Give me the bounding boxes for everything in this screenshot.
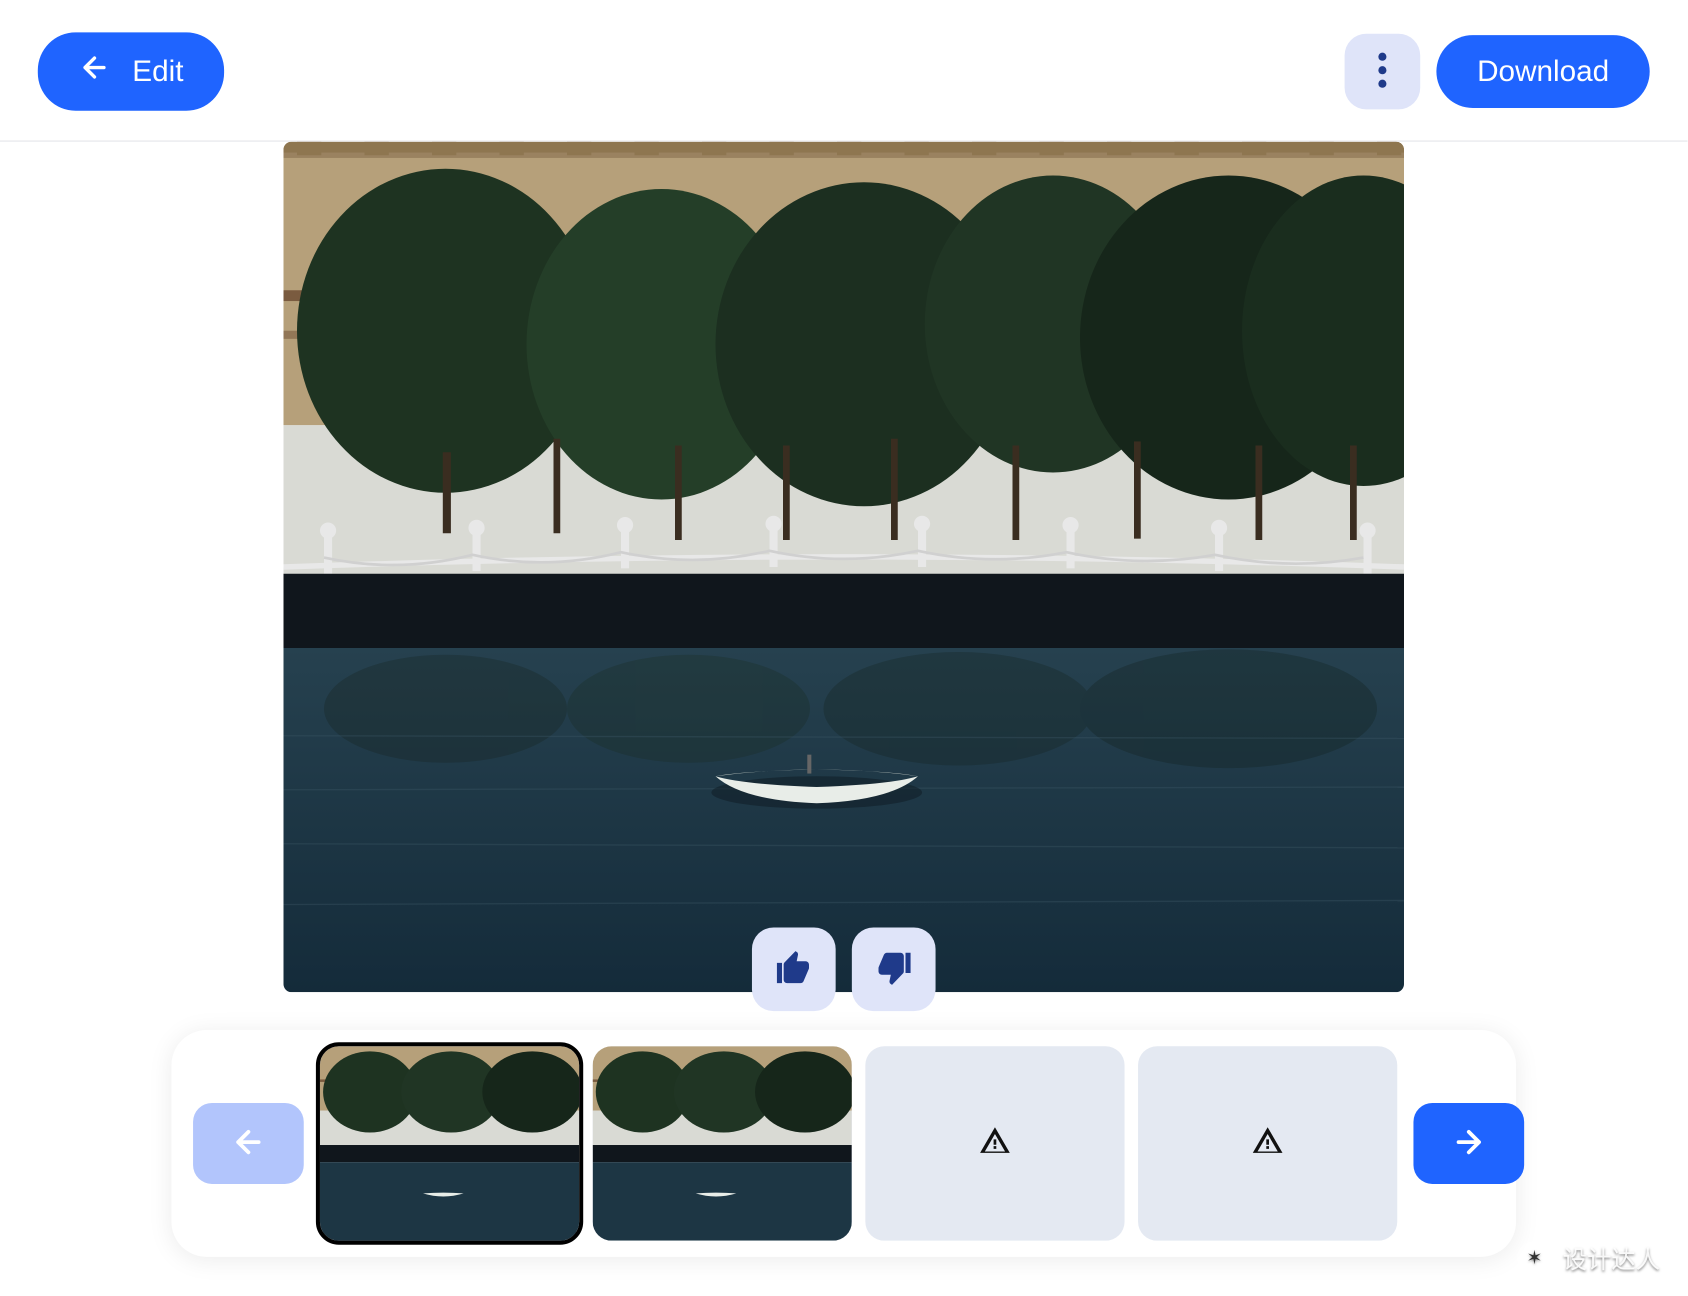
header-left: Edit xyxy=(38,32,224,110)
warning-icon xyxy=(1251,1125,1283,1163)
thumbnail-list xyxy=(320,1046,1397,1240)
arrow-right-icon xyxy=(1451,1124,1486,1163)
more-options-button[interactable] xyxy=(1345,34,1421,110)
thumbnail-2[interactable] xyxy=(593,1046,852,1240)
feedback-buttons xyxy=(752,927,936,1011)
download-button[interactable]: Download xyxy=(1437,35,1650,108)
main-image xyxy=(284,142,1405,993)
thumbs-down-icon xyxy=(873,947,914,992)
thumbs-up-button[interactable] xyxy=(752,927,836,1011)
thumbnail-1[interactable] xyxy=(320,1046,579,1240)
arrow-left-icon xyxy=(231,1124,266,1163)
preview-area xyxy=(0,142,1688,993)
thumbnail-3[interactable] xyxy=(865,1046,1124,1240)
watermark-text: 设计达人 xyxy=(1563,1241,1660,1276)
download-button-label: Download xyxy=(1477,54,1609,89)
edit-button-label: Edit xyxy=(132,54,183,89)
thumbs-up-icon xyxy=(774,947,815,992)
filmstrip-next-button[interactable] xyxy=(1413,1103,1524,1184)
arrow-left-icon xyxy=(78,51,110,92)
watermark: ✶ 设计达人 xyxy=(1517,1241,1660,1276)
thumbs-down-button[interactable] xyxy=(852,927,936,1011)
more-vertical-icon xyxy=(1366,48,1398,95)
header-right: Download xyxy=(1345,34,1650,110)
header: Edit Download xyxy=(0,0,1688,142)
wechat-icon: ✶ xyxy=(1517,1241,1552,1276)
edit-button[interactable]: Edit xyxy=(38,32,224,110)
thumbnail-4[interactable] xyxy=(1138,1046,1397,1240)
filmstrip xyxy=(171,1030,1516,1257)
filmstrip-prev-button[interactable] xyxy=(193,1103,304,1184)
warning-icon xyxy=(979,1125,1011,1163)
